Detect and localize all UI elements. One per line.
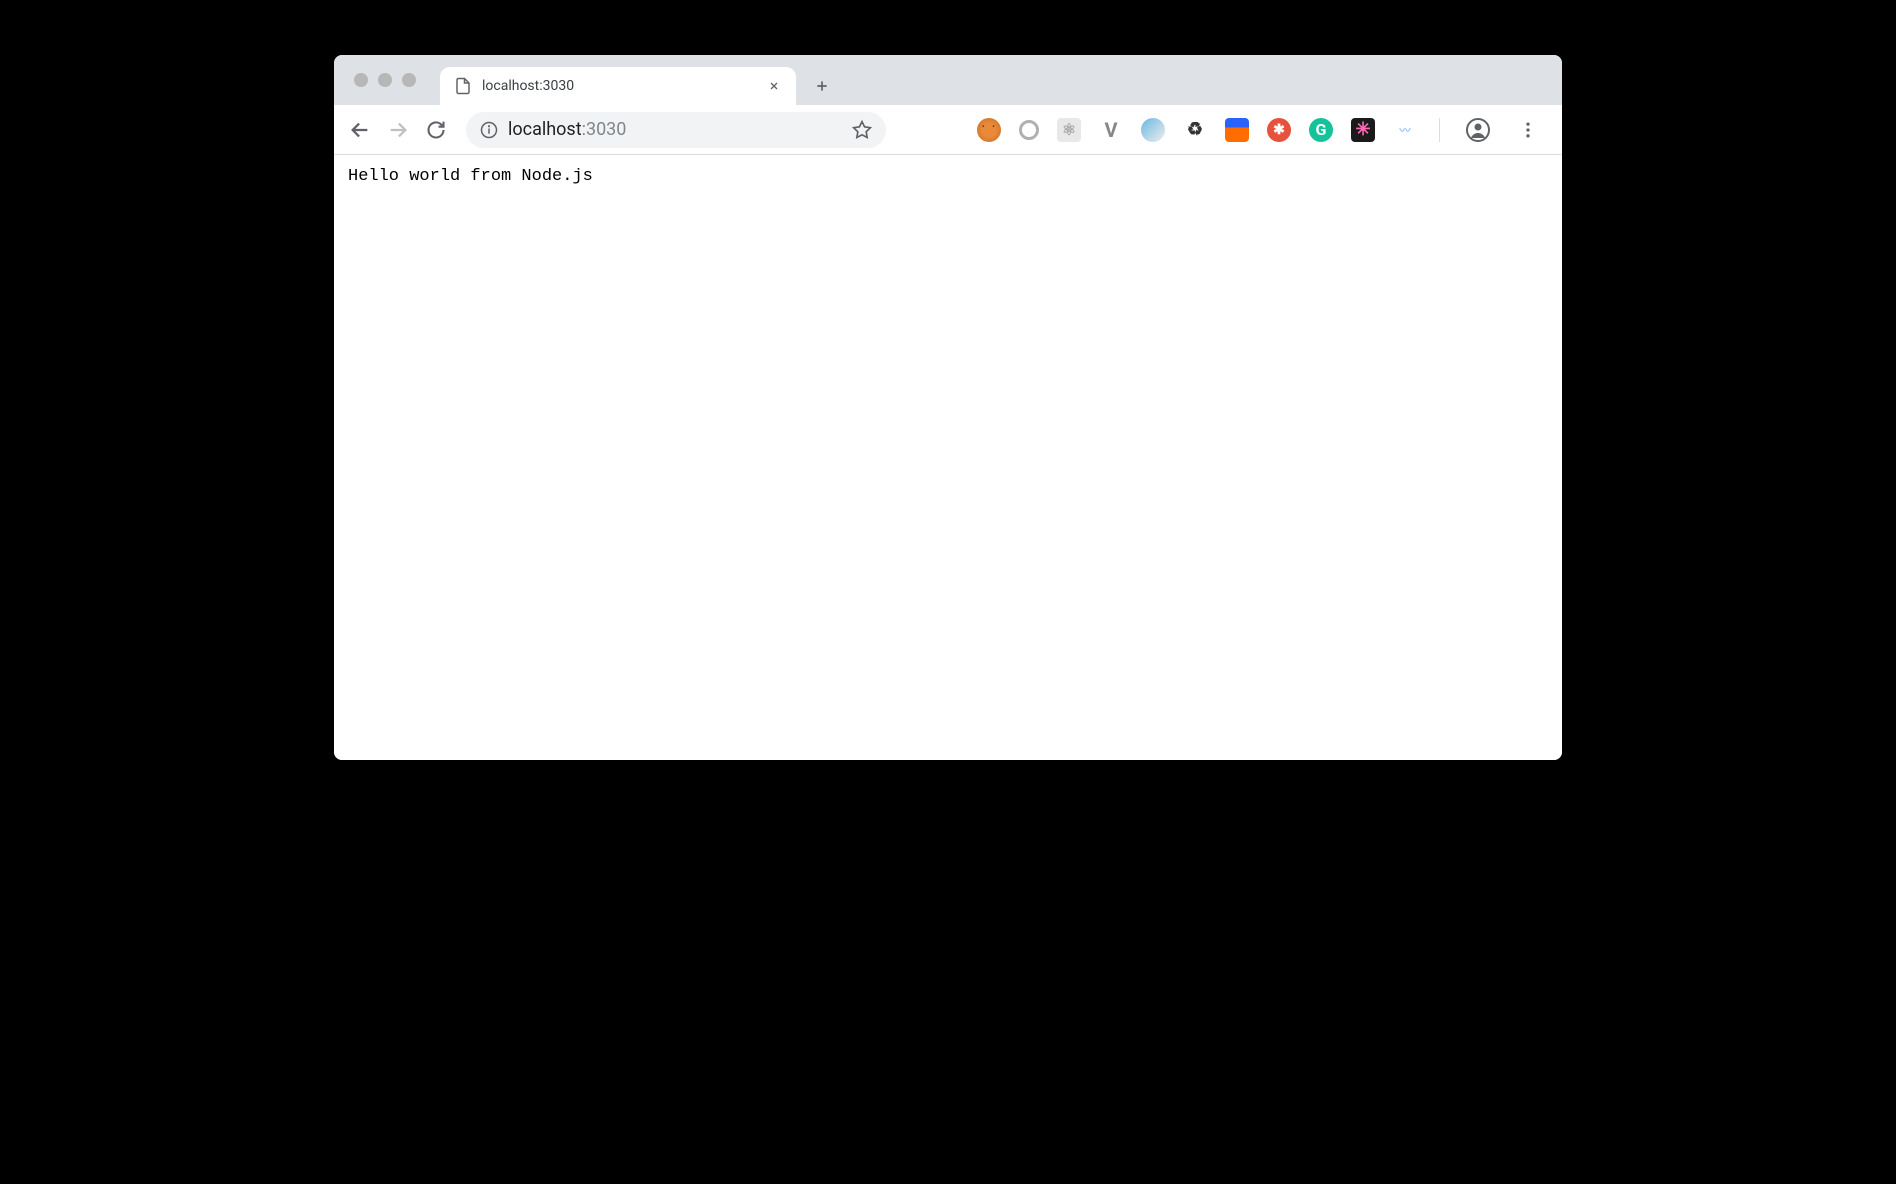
- window-close-button[interactable]: [354, 73, 368, 87]
- extension-grammarly-icon[interactable]: G: [1309, 118, 1333, 142]
- window-maximize-button[interactable]: [402, 73, 416, 87]
- new-tab-button[interactable]: [808, 72, 836, 100]
- extension-cookie-icon[interactable]: [977, 118, 1001, 142]
- back-button[interactable]: [344, 114, 376, 146]
- tab-strip: localhost:3030: [334, 55, 1562, 105]
- window-minimize-button[interactable]: [378, 73, 392, 87]
- extension-swirl-icon[interactable]: [1141, 118, 1165, 142]
- bookmark-button[interactable]: [852, 120, 872, 140]
- extensions-bar: ⚛ V ♻ ✱ G ✳ 〰: [969, 114, 1552, 146]
- menu-button[interactable]: [1512, 114, 1544, 146]
- browser-window: localhost:3030: [334, 55, 1562, 760]
- address-bar[interactable]: localhost:3030: [466, 112, 886, 148]
- extension-wave-icon[interactable]: 〰: [1393, 118, 1417, 142]
- file-icon: [454, 77, 472, 95]
- extension-lighthouse-icon[interactable]: [1225, 118, 1249, 142]
- profile-button[interactable]: [1462, 114, 1494, 146]
- url-port: :3030: [582, 119, 627, 140]
- page-content: Hello world from Node.js: [334, 155, 1562, 760]
- tab-title: localhost:3030: [482, 78, 756, 94]
- browser-tab[interactable]: localhost:3030: [440, 67, 796, 105]
- toolbar: localhost:3030 ⚛ V ♻ ✱ G ✳ 〰: [334, 105, 1562, 155]
- url-host: localhost: [508, 119, 582, 140]
- extension-react-icon[interactable]: ⚛: [1057, 118, 1081, 142]
- extension-circle-icon[interactable]: [1019, 120, 1039, 140]
- reload-button[interactable]: [420, 114, 452, 146]
- site-info-icon[interactable]: [480, 121, 498, 139]
- extension-vue-icon[interactable]: V: [1099, 118, 1123, 142]
- traffic-lights: [354, 73, 416, 87]
- url-text: localhost:3030: [508, 119, 844, 140]
- extension-dark-icon[interactable]: ✳: [1351, 118, 1375, 142]
- extension-recycle-icon[interactable]: ♻: [1183, 118, 1207, 142]
- toolbar-divider: [1439, 118, 1440, 142]
- tab-close-button[interactable]: [766, 78, 782, 94]
- page-body-text: Hello world from Node.js: [348, 167, 593, 186]
- forward-button[interactable]: [382, 114, 414, 146]
- extension-target-icon[interactable]: ✱: [1267, 118, 1291, 142]
